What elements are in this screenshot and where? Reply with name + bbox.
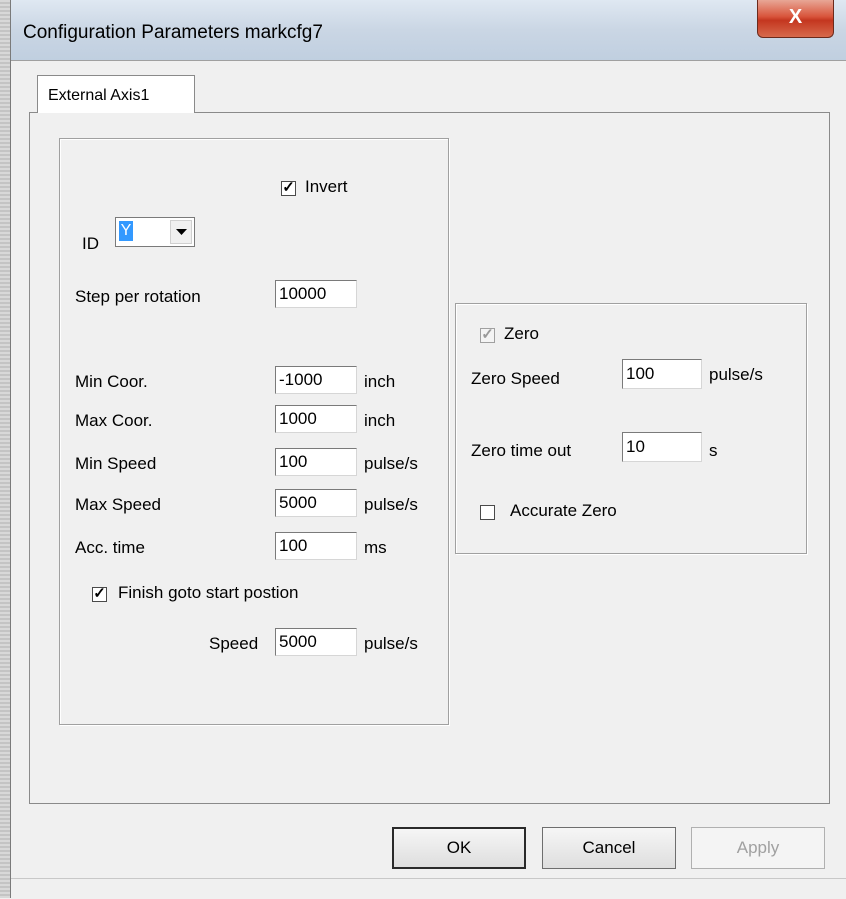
tab-external-axis1[interactable]: External Axis1: [37, 75, 195, 113]
min-coor-unit: inch: [364, 372, 396, 391]
min-coor-label: Min Coor.: [75, 372, 148, 391]
acc-time-unit: ms: [364, 538, 387, 557]
ok-button[interactable]: OK: [392, 827, 526, 869]
bottom-divider: [11, 878, 846, 879]
tab-panel: ✓ Invert ID Y Step per rotation Min Coor…: [29, 112, 830, 804]
speed-input[interactable]: [275, 628, 357, 656]
chevron-down-icon: [176, 229, 187, 235]
accurate-zero-label: Accurate Zero: [510, 501, 617, 520]
max-coor-unit: inch: [364, 411, 396, 430]
id-select[interactable]: Y: [115, 217, 195, 247]
id-select-dropdown-button[interactable]: [170, 220, 192, 244]
accurate-zero-checkbox[interactable]: [480, 505, 495, 520]
zero-speed-label: Zero Speed: [471, 369, 560, 388]
min-speed-label: Min Speed: [75, 454, 157, 473]
finish-goto-start-label: Finish goto start postion: [118, 583, 299, 602]
max-speed-unit: pulse/s: [364, 495, 418, 514]
id-label: ID: [82, 234, 99, 253]
zero-time-out-input[interactable]: [622, 432, 702, 462]
max-coor-label: Max Coor.: [75, 411, 153, 430]
window-title: Configuration Parameters markcfg7: [23, 22, 323, 43]
zero-checkbox[interactable]: ✓: [480, 327, 495, 343]
finish-goto-start-checkbox[interactable]: ✓: [92, 586, 107, 602]
dialog-client-area: External Axis1 ✓ Invert ID Y Step per ro…: [11, 60, 846, 899]
max-coor-input[interactable]: [275, 405, 357, 433]
axis-settings-group: ✓ Invert ID Y Step per rotation Min Coor…: [59, 138, 449, 725]
min-speed-input[interactable]: [275, 448, 357, 476]
invert-checkbox[interactable]: ✓: [281, 180, 296, 196]
acc-time-label: Acc. time: [75, 538, 145, 557]
speed-unit: pulse/s: [364, 634, 418, 653]
apply-button-label: Apply: [736, 838, 780, 857]
step-per-rotation-input[interactable]: [275, 280, 357, 308]
apply-button[interactable]: Apply: [691, 827, 825, 869]
close-button[interactable]: X: [757, 0, 834, 38]
id-select-value: Y: [119, 221, 133, 241]
zero-speed-input[interactable]: [622, 359, 702, 389]
invert-label: Invert: [305, 177, 348, 196]
config-dialog: Configuration Parameters markcfg7 X Exte…: [10, 0, 846, 899]
zero-time-out-unit: s: [709, 441, 718, 460]
close-icon: X: [788, 6, 803, 28]
acc-time-input[interactable]: [275, 532, 357, 560]
zero-settings-group: ✓ Zero Zero Speed pulse/s Zero time out …: [455, 303, 807, 554]
min-coor-input[interactable]: [275, 366, 357, 394]
max-speed-input[interactable]: [275, 489, 357, 517]
min-speed-unit: pulse/s: [364, 454, 418, 473]
zero-speed-unit: pulse/s: [709, 365, 763, 384]
max-speed-label: Max Speed: [75, 495, 161, 514]
cancel-button[interactable]: Cancel: [542, 827, 676, 869]
zero-label: Zero: [504, 324, 539, 343]
tab-label: External Axis1: [48, 87, 150, 104]
title-bar[interactable]: Configuration Parameters markcfg7 X: [11, 0, 846, 60]
step-per-rotation-label: Step per rotation: [75, 287, 201, 306]
zero-time-out-label: Zero time out: [471, 441, 572, 460]
speed-label: Speed: [209, 634, 259, 653]
